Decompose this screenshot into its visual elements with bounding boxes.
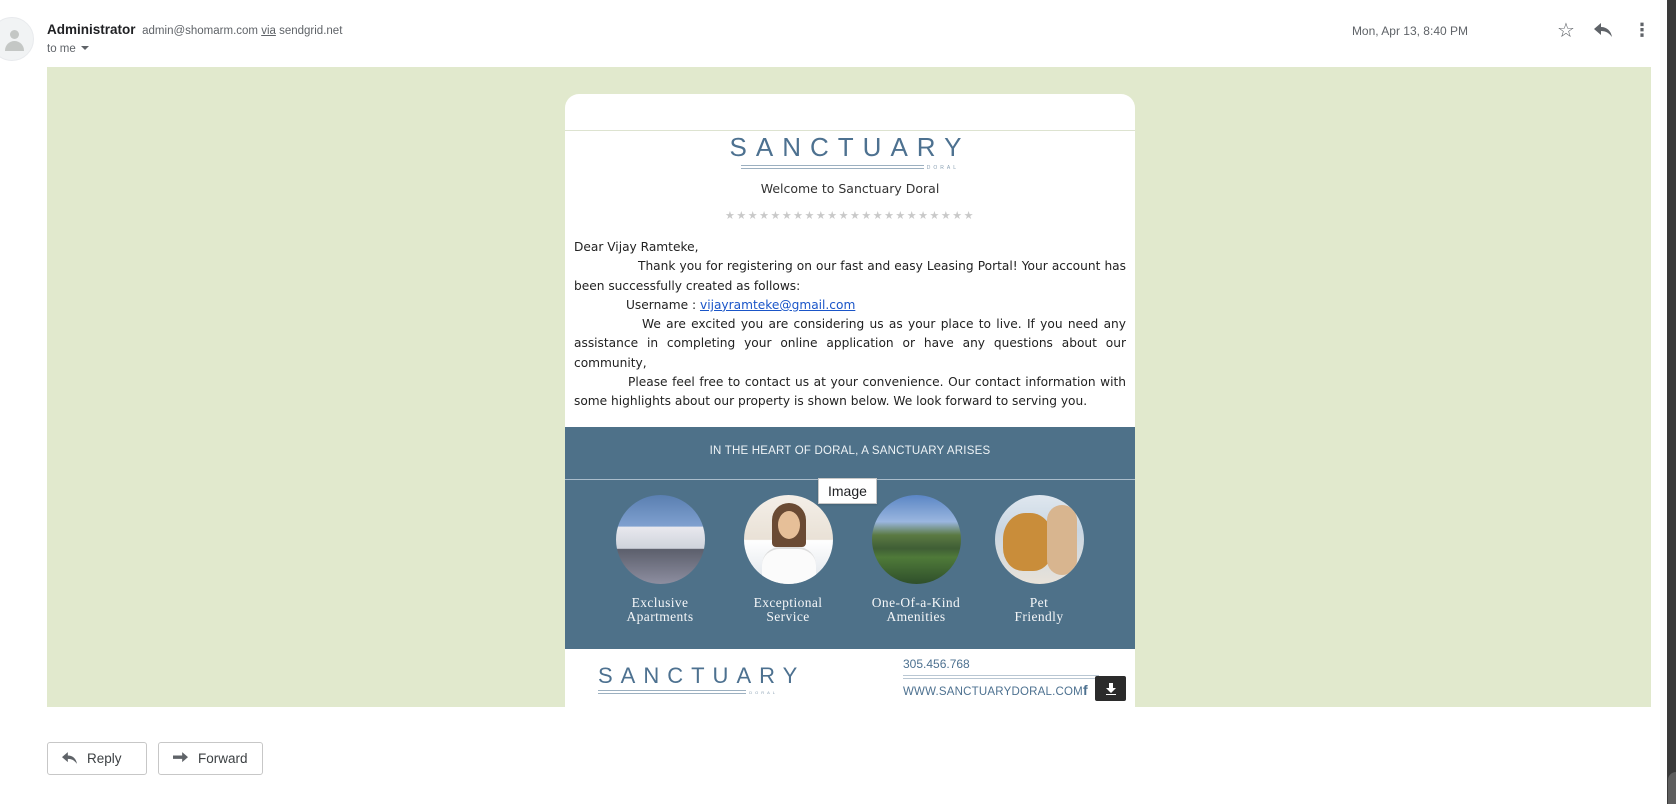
feature-label: Exclusive Apartments <box>605 596 715 623</box>
footer-logo-sub: DORAL <box>746 690 778 695</box>
greeting: Dear Vijay Ramteke, <box>574 240 699 254</box>
welcome-heading: Welcome to Sanctuary Doral <box>760 181 940 196</box>
feature-amenities[interactable]: One-Of-a-Kind Amenities <box>861 495 971 623</box>
image-detail <box>777 511 800 539</box>
paragraph-2: We are excited you are considering us as… <box>574 317 1126 370</box>
more-vert-icon[interactable]: ⋮ <box>1630 18 1654 42</box>
download-icon[interactable] <box>1095 676 1126 701</box>
image-detail <box>1046 505 1077 575</box>
email-body: SANCTUARY DORAL Welcome to Sanctuary Dor… <box>47 67 1651 707</box>
reply-button[interactable]: Reply <box>47 742 147 775</box>
feature-line2: Amenities <box>886 608 946 624</box>
feature-label: One-Of-a-Kind Amenities <box>861 596 971 623</box>
band-title: IN THE HEART OF DORAL, A SANCTUARY ARISE… <box>709 445 991 457</box>
forward-label: Forward <box>198 751 248 766</box>
feature-service[interactable]: Exceptional Service <box>733 495 843 623</box>
email-card: SANCTUARY DORAL Welcome to Sanctuary Dor… <box>565 94 1135 707</box>
logo-rule: DORAL <box>741 165 959 171</box>
image-detail <box>761 547 816 584</box>
forward-icon <box>173 751 188 767</box>
feature-label: Exceptional Service <box>733 596 843 623</box>
footer-logo-rule: DORAL <box>598 690 778 695</box>
scrollbar[interactable] <box>1667 0 1676 804</box>
avatar-head <box>10 30 19 39</box>
letter-body: Dear Vijay Ramteke, Thank you for regist… <box>574 238 1126 412</box>
reply-icon[interactable] <box>1591 18 1615 42</box>
features-band: IN THE HEART OF DORAL, A SANCTUARY ARISE… <box>565 427 1135 649</box>
amenities-image[interactable] <box>871 495 961 584</box>
feature-line2: Apartments <box>626 608 694 624</box>
feature-label: Pet Friendly <box>984 596 1094 623</box>
star-icon[interactable]: ☆ <box>1554 18 1578 42</box>
sender-avatar[interactable] <box>0 17 34 61</box>
avatar-body <box>5 41 24 51</box>
chevron-down-icon[interactable] <box>80 46 89 50</box>
logo-sub: DORAL <box>923 165 959 171</box>
service-image[interactable] <box>743 495 833 584</box>
logo-text: SANCTUARY <box>729 132 971 162</box>
feature-apartments[interactable]: Exclusive Apartments <box>605 495 715 623</box>
image-tooltip: Image <box>818 478 877 504</box>
paragraph-1: Thank you for registering on our fast an… <box>574 259 1126 293</box>
apartments-image[interactable] <box>615 495 705 584</box>
star-divider: ★★★★★★★★★★★★★★★★★★★★★★ <box>725 210 975 222</box>
footer-website[interactable]: WWW.SANCTUARYDORAL.COM <box>903 686 1083 698</box>
via-link[interactable]: via <box>261 25 276 37</box>
recipient-toggle[interactable]: to me <box>47 43 89 55</box>
footer-rule <box>903 675 1099 679</box>
sender-name[interactable]: Administrator <box>47 22 136 37</box>
footer-logo[interactable]: SANCTUARY DORAL <box>598 663 806 695</box>
recipient-label: to me <box>47 43 76 55</box>
feature-line2: Friendly <box>1014 608 1064 624</box>
sender-email: admin@shomarm.com via sendgrid.net <box>142 25 342 37</box>
footer-logo-text: SANCTUARY <box>598 663 806 688</box>
card-divider <box>565 130 1135 131</box>
sender-email-text: admin@shomarm.com <box>142 25 258 37</box>
reply-label: Reply <box>87 751 122 766</box>
username-line: Username : vijayramteke@gmail.com <box>574 296 1126 315</box>
via-domain: sendgrid.net <box>279 25 343 37</box>
paragraph-3: Please feel free to contact us at your c… <box>574 375 1126 409</box>
pets-image[interactable] <box>994 495 1084 584</box>
feature-pets[interactable]: Pet Friendly <box>984 495 1094 623</box>
email-footer: SANCTUARY DORAL 305.456.768 WWW.SANCTUAR… <box>565 649 1135 707</box>
username-link[interactable]: vijayramteke@gmail.com <box>700 298 855 312</box>
sender-line: Administrator admin@shomarm.com via send… <box>47 22 342 37</box>
username-label: Username : <box>626 297 697 312</box>
reply-icon <box>62 751 77 767</box>
message-date: Mon, Apr 13, 8:40 PM <box>1351 24 1468 38</box>
scrollbar-thumb[interactable] <box>1668 772 1676 804</box>
footer-phone[interactable]: 305.456.768 <box>903 657 970 671</box>
sanctuary-logo: SANCTUARY DORAL <box>565 132 1135 171</box>
feature-line2: Service <box>766 608 810 624</box>
facebook-icon[interactable]: f <box>1083 682 1088 698</box>
forward-button[interactable]: Forward <box>158 742 263 775</box>
image-detail <box>1002 513 1053 571</box>
